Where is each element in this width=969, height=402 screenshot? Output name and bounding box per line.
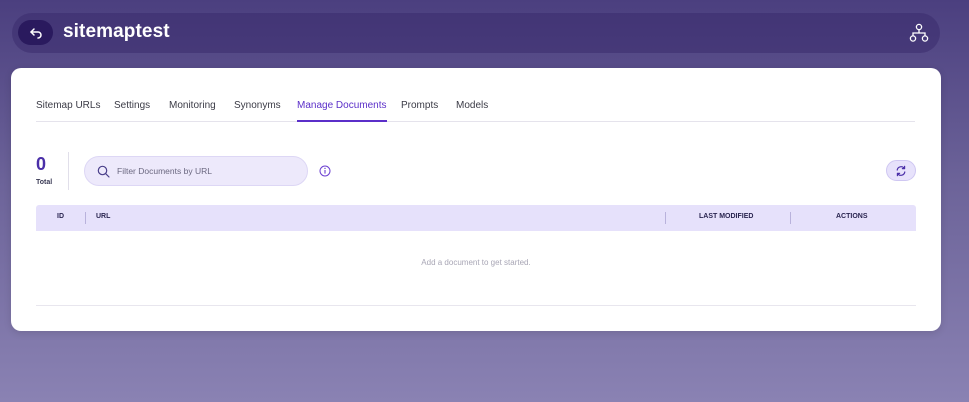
tab-synonyms[interactable]: Synonyms bbox=[234, 100, 281, 111]
sitemap-button[interactable] bbox=[908, 22, 930, 44]
tab-settings[interactable]: Settings bbox=[114, 100, 150, 111]
top-header: sitemaptest bbox=[12, 13, 940, 53]
column-divider bbox=[665, 212, 666, 224]
back-arrow-icon bbox=[29, 27, 42, 39]
sitemap-icon bbox=[909, 23, 929, 42]
info-icon[interactable] bbox=[319, 165, 331, 177]
divider bbox=[68, 152, 69, 190]
column-divider bbox=[790, 212, 791, 224]
tab-manage-documents[interactable]: Manage Documents bbox=[297, 100, 387, 122]
tab-bar: Sitemap URLs Settings Monitoring Synonym… bbox=[36, 95, 915, 122]
back-button[interactable] bbox=[18, 20, 53, 45]
table-header: ID URL LAST MODIFIED ACTIONS bbox=[36, 205, 916, 231]
tab-models[interactable]: Models bbox=[456, 100, 488, 111]
page-title: sitemaptest bbox=[63, 21, 170, 42]
total-count: 0 bbox=[36, 154, 47, 174]
column-header-id[interactable]: ID bbox=[57, 213, 64, 220]
total-label: Total bbox=[36, 179, 53, 186]
tab-monitoring[interactable]: Monitoring bbox=[169, 100, 216, 111]
tab-sitemap-urls[interactable]: Sitemap URLs bbox=[36, 100, 100, 111]
filter-documents-input[interactable] bbox=[115, 165, 299, 177]
tab-prompts[interactable]: Prompts bbox=[401, 100, 438, 111]
column-header-actions: ACTIONS bbox=[836, 213, 868, 220]
column-header-url[interactable]: URL bbox=[96, 213, 110, 220]
column-divider bbox=[85, 212, 86, 224]
search-box[interactable] bbox=[84, 156, 308, 186]
table-bottom-border bbox=[36, 305, 916, 306]
documents-card: Sitemap URLs Settings Monitoring Synonym… bbox=[11, 68, 941, 331]
refresh-icon bbox=[896, 165, 906, 176]
search-icon bbox=[96, 164, 110, 178]
empty-state-message: Add a document to get started. bbox=[421, 258, 531, 267]
refresh-button[interactable] bbox=[886, 160, 916, 181]
column-header-last-modified[interactable]: LAST MODIFIED bbox=[699, 213, 753, 220]
